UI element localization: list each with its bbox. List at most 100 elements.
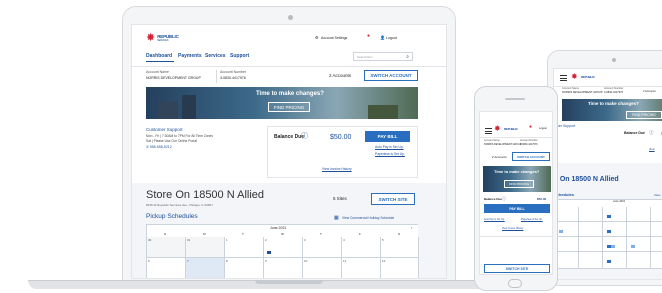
account-number-label: Account Number [220,70,247,74]
brand-logo[interactable]: ✸ REPUBLIC SERVICES [146,33,179,44]
tablet-pickup-marker[interactable] [611,245,615,248]
tablet-calendar-day[interactable] [651,252,662,269]
phone-autopay-link[interactable]: Auto Pay is Set Up. [484,218,505,221]
phone-home-button[interactable] [508,279,522,288]
calendar-day[interactable]: 2 [264,237,303,258]
tablet-balance-label: Balance Due [624,131,646,135]
nav-support[interactable]: Support [230,54,249,59]
calendar-day[interactable]: 3 [303,237,342,258]
phone-invoice-link[interactable]: View invoice History [502,227,523,230]
phone-logout-link[interactable]: Logout [539,127,547,131]
info-icon[interactable]: ⓘ [301,133,308,140]
weekday-sun: S [164,232,167,236]
support-hours-weekday: Mon - Fri | 7:30AM to 7PM For All Time Z… [146,134,213,138]
tablet-calendar-day[interactable] [627,222,651,237]
calendar-day[interactable]: 10 [303,258,342,278]
phone-switch-site-button[interactable]: SWITCH SITE [484,264,550,273]
tablet-calendar-day[interactable] [579,252,603,269]
calendar-day[interactable]: 6 [147,258,186,278]
pickup-marker[interactable] [267,251,271,254]
calendar-day[interactable]: 9 [264,258,303,278]
account-settings-link[interactable]: Account Settings [321,36,347,41]
tablet-calendar-day[interactable] [579,237,603,252]
calendar-day[interactable]: 31 [186,237,225,258]
calendar-day[interactable]: 8 [225,258,264,278]
tablet-site-title: e On 18500 N Allied [554,176,619,183]
calendar-day[interactable]: 7 [186,258,225,278]
pricing-banner[interactable]: Time to make changes? FIND PRICING [146,87,418,119]
phone-banner-title: Time to make changes? [494,169,540,174]
tablet-account-number: 3-0830-4417976 [604,91,624,94]
calendar-day[interactable]: 11 [342,258,381,278]
phone-pricing-banner[interactable]: Time to make changes? FIND PRICING [483,166,551,192]
nav-services[interactable]: Services [205,54,226,59]
calendar-icon[interactable]: ▦ [334,216,339,221]
phone-pay-bill-button[interactable]: PAY BILL [484,204,550,213]
tablet-pickup-marker[interactable] [631,245,635,248]
user-icon[interactable]: 👤 [380,36,385,40]
phone-paperless-link[interactable]: Paperless is Set Up. [521,218,543,221]
support-phone[interactable]: ✆ 555-555-5212 [146,145,172,150]
next-month-chevron-icon[interactable]: › [411,226,412,230]
calendar-day[interactable]: 5 [381,237,419,258]
banner-building [182,95,196,119]
autopay-link[interactable]: Auto Pay is Set Up. [375,145,404,149]
tablet-calendar-day[interactable] [555,237,579,252]
tablet-pricing-banner[interactable]: Time to make changes? FIND PRICING [562,99,662,121]
tablet-accounts-count: 2 Accounts [643,90,656,93]
tablet-calendar-day[interactable] [651,207,662,222]
search-input[interactable]: Search Ent... ⌕ [353,52,413,61]
logo-star-icon: ✸ [146,32,156,44]
weekday-thu: T [320,232,322,236]
phone-switch-account-button[interactable]: SWITCH ACCOUNT [512,152,550,161]
search-icon[interactable]: ⌕ [406,54,409,60]
phone-account-name: NORRIS DEVELOPMENT GROUP [484,143,522,146]
tablet-calendar-day[interactable] [555,207,579,222]
pay-bill-button[interactable]: PAY BILL [365,131,410,142]
tablet-pickup-marker[interactable] [559,230,563,233]
calendar-day[interactable]: 4 [342,237,381,258]
invoice-history-link[interactable]: View Invoice History [322,167,352,171]
phone-menu-icon[interactable] [485,128,492,134]
switch-site-button[interactable]: SWITCH SITE [371,193,415,205]
nav-dashboard[interactable]: Dashboard [146,54,172,59]
tablet-menu-icon[interactable] [560,75,567,81]
calendar-day[interactable]: 1 [225,237,264,258]
support-title: Customer Support [146,127,183,132]
tablet-calendar-day[interactable] [651,222,662,237]
tablet-pickup-marker[interactable] [607,215,611,218]
find-pricing-button[interactable]: FIND PRICING [268,102,310,112]
phone-logo-star-icon: ✸ [494,124,501,133]
tablet-brand-name: REPUBLIC [581,75,595,79]
tablet-calendar-day[interactable] [627,207,651,222]
holiday-schedule-link[interactable]: View Commercial Holiday Schedule [342,216,394,220]
tablet-pickup-marker[interactable] [607,260,611,263]
nav-active-underline [146,61,174,62]
calendar-day[interactable]: 12 [381,258,419,278]
calendar-day[interactable]: 30 [147,237,186,258]
switch-account-button[interactable]: SWITCH ACCOUNT [364,70,418,81]
tablet-calendar-day[interactable] [579,207,603,222]
phone-find-pricing-button[interactable]: FIND PRICING [504,180,534,188]
tablet-banner-title: Time to make changes? [588,101,639,106]
phone-notification-icon[interactable]: ● [529,125,532,130]
notification-icon[interactable]: ● [367,34,370,39]
tablet-invoice-link[interactable]: View [649,148,655,152]
logout-link[interactable]: Logout [386,36,397,41]
tablet-holiday-link[interactable]: View [654,194,660,197]
tablet-calendar-day[interactable] [651,237,662,252]
tablet-calendar-day[interactable] [627,252,651,269]
gear-icon[interactable]: ⚙ [315,36,319,40]
tablet-calendar-day[interactable] [555,252,579,269]
pickup-schedules-title: Pickup Schedules [146,213,198,220]
phone-divider [480,137,552,138]
nav-payments[interactable]: Payments [178,54,202,59]
tablet-calendar-day[interactable] [579,222,603,237]
paperless-link[interactable]: Paperless is Set Up. [375,152,405,156]
account-name: NORRIS DEVELOPMENT GROUP [146,76,201,80]
tablet-pickup-marker[interactable] [607,230,611,233]
support-hours-saturday: Sat | Please Use Our Online Portal [146,139,197,143]
tablet-info-icon[interactable]: ⓘ [649,130,654,136]
tablet-find-pricing-button[interactable]: FIND PRICING [626,111,662,119]
phone-info-icon[interactable]: ⓘ [502,197,506,201]
